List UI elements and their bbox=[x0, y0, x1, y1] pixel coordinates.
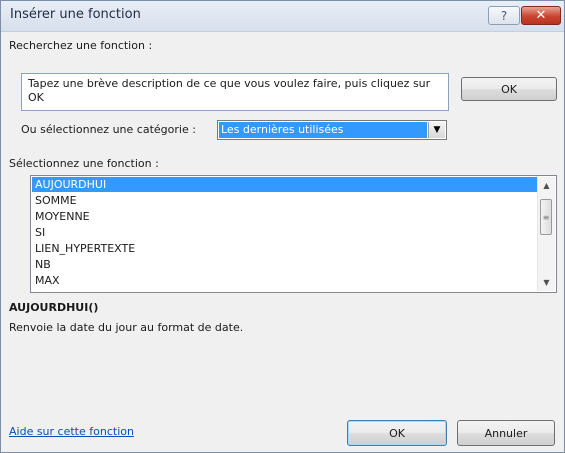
list-item[interactable]: MOYENNE bbox=[32, 209, 537, 224]
scroll-up-arrow-icon[interactable]: ▲ bbox=[538, 177, 555, 194]
scroll-thumb[interactable]: ≡ bbox=[540, 199, 552, 235]
category-label: Ou sélectionnez une catégorie : bbox=[21, 123, 196, 136]
search-ok-label: OK bbox=[501, 82, 517, 96]
insert-function-dialog: Insérer une fonction ? ✕ Recherchez une … bbox=[0, 0, 565, 453]
list-scrollbar[interactable]: ▲ ≡ ▼ bbox=[537, 177, 555, 291]
function-search-input[interactable]: Tapez une brève description de ce que vo… bbox=[21, 73, 449, 111]
list-item[interactable]: SI bbox=[32, 225, 537, 240]
ok-button[interactable]: OK bbox=[347, 420, 447, 446]
scroll-down-arrow-icon[interactable]: ▼ bbox=[538, 274, 555, 291]
close-icon: ✕ bbox=[535, 8, 547, 23]
ok-button-label: OK bbox=[389, 426, 405, 440]
cancel-button[interactable]: Annuler bbox=[457, 420, 555, 446]
search-label: Recherchez une fonction : bbox=[9, 39, 153, 52]
function-list-label: Sélectionnez une fonction : bbox=[9, 157, 159, 170]
category-select[interactable]: Les dernières utilisées ▼ bbox=[217, 120, 447, 140]
list-item[interactable]: NB bbox=[32, 257, 537, 272]
search-ok-button[interactable]: OK bbox=[461, 77, 557, 101]
function-signature: AUJOURDHUI() bbox=[9, 301, 99, 314]
cancel-button-label: Annuler bbox=[484, 426, 528, 440]
dialog-title: Insérer une fonction bbox=[10, 7, 141, 22]
list-item[interactable]: LIEN_HYPERTEXTE bbox=[32, 241, 537, 256]
chevron-down-icon: ▼ bbox=[433, 125, 441, 135]
category-selected-value: Les dernières utilisées bbox=[219, 122, 427, 138]
question-mark-icon: ? bbox=[500, 8, 508, 23]
list-item[interactable]: MAX bbox=[32, 273, 537, 288]
list-item[interactable]: AUJOURDHUI bbox=[32, 177, 537, 192]
function-help-link[interactable]: Aide sur cette fonction bbox=[9, 425, 134, 438]
help-button[interactable]: ? bbox=[488, 6, 520, 25]
function-list[interactable]: AUJOURDHUI SOMME MOYENNE SI LIEN_HYPERTE… bbox=[30, 175, 557, 293]
close-button[interactable]: ✕ bbox=[521, 6, 561, 25]
title-bar[interactable]: Insérer une fonction ? ✕ bbox=[1, 1, 564, 32]
function-description: Renvoie la date du jour au format de dat… bbox=[9, 321, 244, 334]
dropdown-arrow-button[interactable]: ▼ bbox=[428, 122, 445, 138]
grip-icon: ≡ bbox=[542, 212, 550, 222]
list-item[interactable]: SOMME bbox=[32, 193, 537, 208]
